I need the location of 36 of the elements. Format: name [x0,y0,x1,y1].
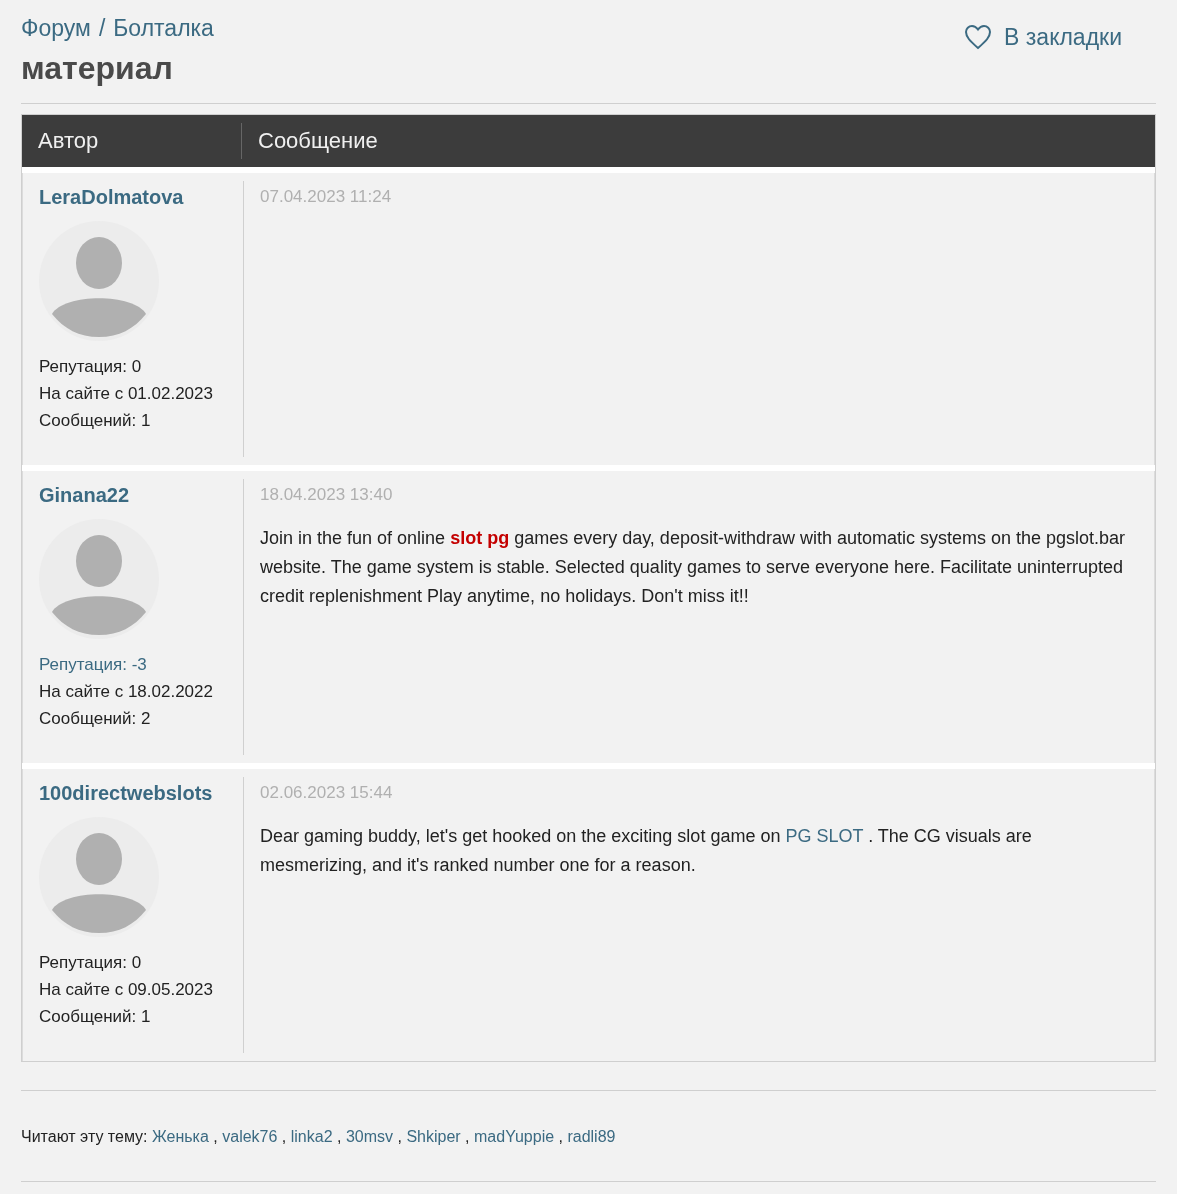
reputation-text: Репутация: 0 [39,356,142,378]
column-header: Автор [22,123,242,159]
author-link[interactable]: 100directwebslots [39,781,213,805]
post-link[interactable]: PG SLOT [785,826,864,846]
post-message: Dear gaming buddy, let's get hooked on the exciting slot game on PG SLOT . The CG visuals are mesmerizing, and it's ranked number one for a reason. [260,825,1033,877]
message-count-text: Сообщений: 2 [39,708,151,730]
member-since-text: На сайте с 18.02.2022 [39,681,213,703]
reputation-text: Репутация: -3 [39,654,147,676]
reader-link[interactable]: valek76 [222,1128,278,1145]
post-date: 02.06.2023 15:44 [260,782,393,804]
post-date: 18.04.2023 13:40 [260,484,393,506]
column-header: Сообщение [257,127,378,155]
post-message: Join in the fun of online slot pg games every day, deposit-withdraw with automatic systems on the pgslot.bar website. The game system is stable. Selected quality games to serve everyone here. Facilitate uninterrupted credit replenishment Play anytime, no holidays. Don't miss it!! [260,527,1127,608]
breadcrumb-separator: / [98,14,106,43]
bookmark-button[interactable]: В закладки [964,20,1122,55]
breadcrumb-link[interactable]: Болталка [113,12,214,44]
avatar-icon [39,519,159,639]
author-link[interactable]: LeraDolmatova [39,185,184,209]
reader-link[interactable]: linka2 [290,1128,333,1145]
author-link[interactable]: Ginana22 [39,483,130,507]
member-since-text: На сайте с 09.05.2023 [39,979,213,1001]
avatar-icon [39,221,159,341]
breadcrumb-link[interactable]: Форум [21,12,91,44]
reader-link[interactable]: 30msv [345,1128,394,1145]
message-count-text: Сообщений: 1 [39,410,151,432]
message-count-text: Сообщений: 1 [39,1006,151,1028]
avatar-icon [39,817,159,937]
page-title: материал [21,49,174,88]
reputation-text: Репутация: 0 [39,952,142,974]
reader-link[interactable]: madYuppie [474,1128,555,1145]
reader-link[interactable]: radli89 [567,1128,616,1145]
post-date: 07.04.2023 11:24 [260,186,392,208]
readers-line: Читают эту тему: Женька , valek76 , linka2 , 30msv , Shkiper , madYuppie , radli89 [21,1127,617,1147]
reader-link[interactable]: Shkiper [406,1128,461,1145]
member-since-text: На сайте с 01.02.2023 [39,383,213,405]
reader-link[interactable]: Женька [151,1128,209,1145]
